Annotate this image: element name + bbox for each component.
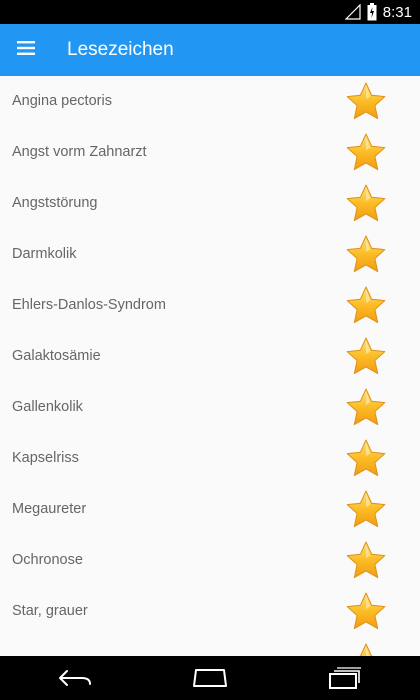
star-icon[interactable] bbox=[344, 284, 388, 328]
star-icon[interactable] bbox=[344, 131, 388, 175]
item-label: Kapselriss bbox=[12, 450, 79, 466]
home-button[interactable] bbox=[180, 660, 240, 696]
star-icon[interactable] bbox=[344, 233, 388, 277]
list-item[interactable]: Galaktosämie bbox=[0, 331, 420, 382]
list-item[interactable]: Gallenkolik bbox=[0, 382, 420, 433]
menu-button[interactable] bbox=[16, 38, 36, 58]
battery-icon bbox=[367, 3, 377, 21]
list-item[interactable]: Ochronose bbox=[0, 535, 420, 586]
item-label: Angst vorm Zahnarzt bbox=[12, 144, 147, 160]
item-label: Ehlers-Danlos-Syndrom bbox=[12, 297, 166, 313]
list-item[interactable]: Megaureter bbox=[0, 484, 420, 535]
navigation-bar bbox=[0, 656, 420, 700]
star-icon[interactable] bbox=[344, 335, 388, 379]
item-label: Angina pectoris bbox=[12, 93, 112, 109]
list-item[interactable]: Kapselriss bbox=[0, 433, 420, 484]
bookmark-list: Angina pectoris Angst vorm Zahnarzt Angs… bbox=[0, 76, 420, 656]
item-label: Star, grauer bbox=[12, 603, 88, 619]
status-time: 8:31 bbox=[382, 3, 412, 21]
hamburger-menu-icon bbox=[17, 41, 35, 55]
list-item[interactable]: Darmkolik bbox=[0, 229, 420, 280]
home-icon bbox=[193, 669, 227, 687]
item-label: Galaktosämie bbox=[12, 348, 101, 364]
item-label: Ochronose bbox=[12, 552, 83, 568]
list-item-partial[interactable] bbox=[0, 637, 420, 656]
star-icon[interactable] bbox=[344, 386, 388, 430]
list-item[interactable]: Ehlers-Danlos-Syndrom bbox=[0, 280, 420, 331]
signal-icon bbox=[344, 4, 361, 20]
list-item[interactable]: Angst vorm Zahnarzt bbox=[0, 127, 420, 178]
star-icon[interactable] bbox=[344, 437, 388, 481]
item-label: Angststörung bbox=[12, 195, 98, 211]
list-item[interactable]: Star, grauer bbox=[0, 586, 420, 637]
star-icon[interactable] bbox=[344, 488, 388, 532]
recents-icon bbox=[329, 667, 361, 689]
star-icon[interactable] bbox=[344, 590, 388, 634]
back-icon bbox=[59, 670, 91, 686]
screen: 8:31 Lesezeichen Angina pectoris Angst v… bbox=[0, 0, 420, 700]
recents-button[interactable] bbox=[315, 660, 375, 696]
star-icon[interactable] bbox=[344, 80, 388, 124]
item-label: Gallenkolik bbox=[12, 399, 83, 415]
back-button[interactable] bbox=[45, 660, 105, 696]
star-icon[interactable] bbox=[344, 182, 388, 226]
item-label: Darmkolik bbox=[12, 246, 77, 262]
status-icons: 8:31 bbox=[344, 0, 412, 24]
item-label: Megaureter bbox=[12, 501, 87, 517]
star-icon[interactable] bbox=[344, 539, 388, 583]
star-icon[interactable] bbox=[344, 641, 388, 656]
app-title: Lesezeichen bbox=[67, 39, 174, 60]
list-item[interactable]: Angina pectoris bbox=[0, 76, 420, 127]
status-bar: 8:31 bbox=[0, 0, 420, 24]
list-item[interactable]: Angststörung bbox=[0, 178, 420, 229]
app-bar: Lesezeichen bbox=[0, 24, 420, 76]
